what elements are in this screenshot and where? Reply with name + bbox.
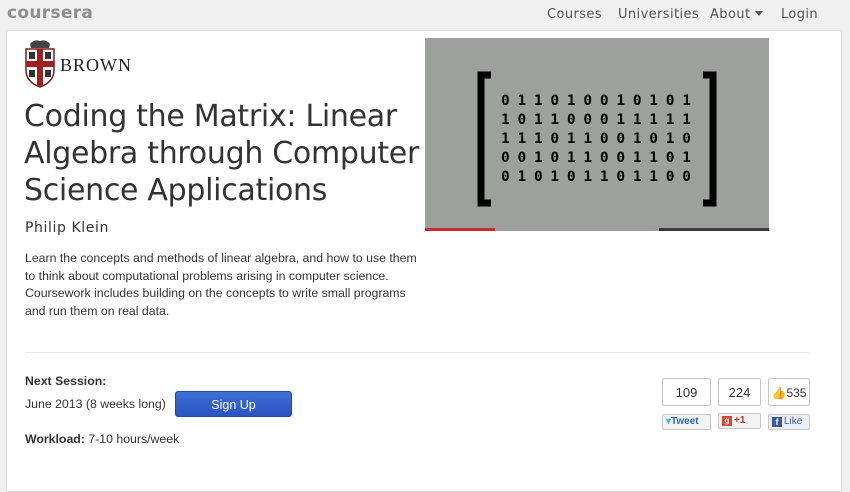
matrix-row: 010101101100 <box>501 169 691 185</box>
video-progress-played[interactable] <box>425 228 495 231</box>
session-date: June 2013 (8 weeks long) <box>25 397 166 411</box>
top-nav-bar: coursera Courses Universities About Logi… <box>0 0 850 30</box>
video-progress-buffer <box>659 228 769 231</box>
tweet-label: Tweet <box>671 416 699 427</box>
matrix-row: 111011001010 <box>501 131 691 147</box>
like-count: 535 <box>786 386 807 400</box>
nav-login-link[interactable]: Login <box>781 7 818 22</box>
brown-shield-icon[interactable] <box>24 38 56 88</box>
nav-courses-link[interactable]: Courses <box>547 7 602 22</box>
section-divider <box>25 352 809 353</box>
plusone-button[interactable]: g +1 <box>718 413 761 429</box>
university-name[interactable]: BROWN <box>60 55 132 76</box>
facebook-like-button[interactable]: f Like <box>768 414 810 430</box>
matrix-row: 001011001101 <box>501 150 691 166</box>
matrix-graphic: 011010010101 101100011111 111011001010 0010… <box>477 71 717 207</box>
course-title: Coding the Matrix: Linear Algebra throug… <box>24 99 420 208</box>
matrix-row: 101100011111 <box>501 112 691 128</box>
sign-up-button[interactable]: Sign Up <box>175 391 292 417</box>
plusone-label: +1 <box>734 415 746 426</box>
nav-about-menu[interactable]: About <box>710 7 764 22</box>
tweet-count: 109 <box>662 378 711 406</box>
plusone-count: 224 <box>718 378 761 406</box>
workload-info: Workload: 7-10 hours/week <box>25 432 179 446</box>
nav-universities-link[interactable]: Universities <box>618 7 699 22</box>
course-intro-video[interactable]: 011010010101 101100011111 111011001010 0010… <box>425 38 769 231</box>
course-description: Learn the concepts and methods of linear… <box>25 251 417 318</box>
thumbs-up-icon: 👍 <box>771 386 787 400</box>
matrix-row: 011010010101 <box>501 93 691 109</box>
facebook-icon: f <box>772 417 782 427</box>
like-label: Like <box>784 416 803 427</box>
google-g-icon: g <box>722 416 732 426</box>
workload-label: Workload: <box>25 432 85 446</box>
workload-value: 7-10 hours/week <box>88 432 180 446</box>
nav-about-label: About <box>710 7 751 22</box>
like-count-box: 👍535 <box>768 378 810 406</box>
instructor-name[interactable]: Philip Klein <box>25 220 109 236</box>
coursera-logo[interactable]: coursera <box>7 3 93 23</box>
next-session-label: Next Session: <box>25 374 107 388</box>
tweet-button[interactable]: ▾Tweet <box>662 414 711 430</box>
chevron-down-icon <box>755 11 764 16</box>
